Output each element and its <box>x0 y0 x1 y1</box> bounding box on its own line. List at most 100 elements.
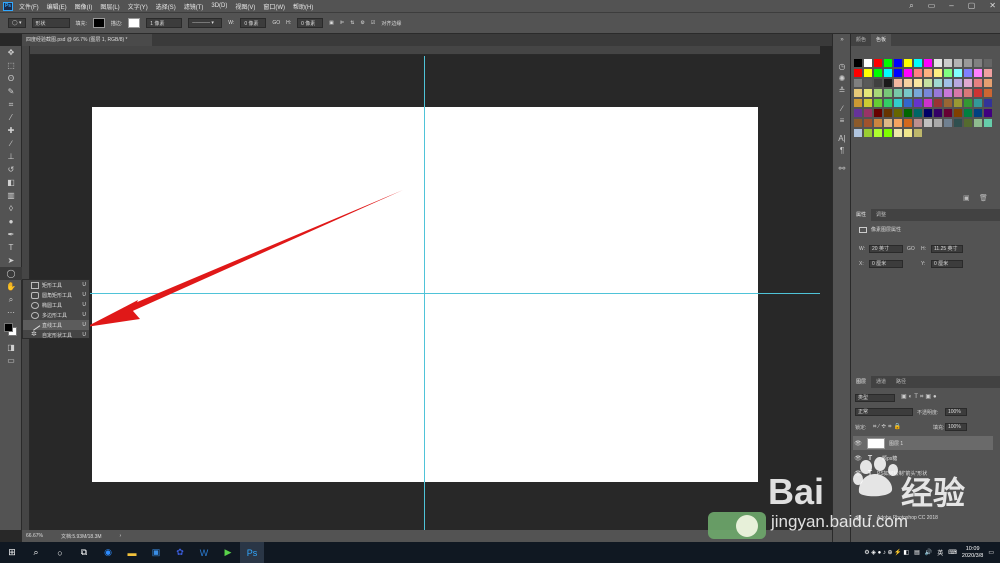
lasso-tool-icon[interactable]: ʘ <box>0 72 22 85</box>
color-swatch[interactable] <box>953 58 963 68</box>
color-swatch[interactable] <box>903 128 913 138</box>
color-swatch[interactable] <box>953 108 963 118</box>
start-icon[interactable]: ⊞ <box>0 542 24 563</box>
pen-tool-icon[interactable]: ✒ <box>0 228 22 241</box>
gradient-tool-icon[interactable]: ▥ <box>0 189 22 202</box>
color-swatch[interactable] <box>963 78 973 88</box>
menu-file[interactable]: 文件(F) <box>19 2 39 11</box>
color-swatch[interactable] <box>883 78 893 88</box>
color-swatch[interactable] <box>863 78 873 88</box>
color-swatch[interactable] <box>973 88 983 98</box>
color-swatch[interactable] <box>873 118 883 128</box>
layer-row[interactable]: 👁 T 一颗ps糖 <box>853 451 993 465</box>
color-swatch[interactable] <box>873 98 883 108</box>
color-swatch[interactable] <box>853 108 863 118</box>
task-view-icon[interactable]: ⧉ <box>72 542 96 563</box>
custom-shape-tool-item[interactable]: ✲ 自定形状工具 U <box>23 330 89 340</box>
color-swatch[interactable] <box>943 68 953 78</box>
layer-row[interactable]: 👁 T PS如何绘制"箭头"形状 <box>853 466 993 480</box>
player-icon[interactable]: ▶ <box>216 542 240 563</box>
clock[interactable]: 10:09 2020/3/8 <box>962 546 983 560</box>
color-swatch[interactable] <box>933 78 943 88</box>
color-swatch[interactable] <box>923 68 933 78</box>
color-swatch[interactable] <box>933 88 943 98</box>
baidu-icon[interactable]: ✿ <box>168 542 192 563</box>
glyphs-icon[interactable]: ⚯ <box>833 162 851 174</box>
tab-adjustments[interactable]: 调整 <box>871 209 891 221</box>
color-swatch[interactable] <box>953 78 963 88</box>
history-brush-tool-icon[interactable]: ↺ <box>0 163 22 176</box>
color-swatch[interactable] <box>863 128 873 138</box>
brush-settings-icon[interactable]: ∕ <box>833 102 851 114</box>
menu-help[interactable]: 帮助(H) <box>293 2 313 11</box>
app-icon[interactable]: ▣ <box>144 542 168 563</box>
zoom-level[interactable]: 66.67% <box>26 533 43 539</box>
color-swatch[interactable] <box>863 68 873 78</box>
prop-height-field[interactable]: 11.25 英寸 <box>931 245 963 253</box>
hand-tool-icon[interactable]: ✋ <box>0 280 22 293</box>
color-swatch[interactable] <box>913 108 923 118</box>
lock-icons[interactable]: ⌗∕✥⌗🔒 <box>873 423 903 431</box>
color-swatch[interactable] <box>863 58 873 68</box>
stroke-type-select[interactable]: ───── ▾ <box>188 18 223 28</box>
canvas-area[interactable] <box>30 56 820 530</box>
layer-row[interactable]: 👁 T Adobe Photoshop CC 2018 <box>853 511 993 525</box>
search-icon[interactable]: ⌕ <box>909 0 913 12</box>
screen-mode-icon[interactable]: ▭ <box>0 354 22 367</box>
color-swatch[interactable] <box>853 58 863 68</box>
stroke-swatch[interactable] <box>128 18 141 28</box>
color-swatch[interactable] <box>933 108 943 118</box>
color-swatch[interactable] <box>953 98 963 108</box>
color-swatch[interactable] <box>863 118 873 128</box>
workspace-icon[interactable]: ▭ <box>928 0 936 12</box>
color-swatch[interactable] <box>973 118 983 128</box>
color-swatch[interactable] <box>943 58 953 68</box>
visibility-eye-icon[interactable]: 👁 <box>853 455 863 462</box>
align-edges-checkbox[interactable]: ☑ <box>371 20 375 26</box>
color-swatch[interactable] <box>963 118 973 128</box>
marquee-tool-icon[interactable]: ⬚ <box>0 59 22 72</box>
prop-link-icon[interactable]: GO <box>907 246 915 252</box>
history-icon[interactable]: ◷ <box>833 60 851 72</box>
new-swatch-icon[interactable]: ▣ <box>963 194 970 202</box>
color-swatch[interactable] <box>923 58 933 68</box>
color-swatch[interactable] <box>853 78 863 88</box>
ellipse-tool-item[interactable]: 椭圆工具 U <box>23 300 89 310</box>
tray-app-icons[interactable]: ⚙ ◈ ● ♪ ⊕ ⚡ ◧ <box>864 549 909 556</box>
color-swatch[interactable] <box>893 108 903 118</box>
fill-swatch[interactable] <box>92 18 105 28</box>
color-swatch[interactable] <box>903 98 913 108</box>
tab-color[interactable]: 颜色 <box>851 34 871 46</box>
color-swatch[interactable] <box>973 68 983 78</box>
tab-layers[interactable]: 图层 <box>851 376 872 388</box>
path-ops-icon[interactable]: ▣ <box>329 20 334 26</box>
color-swatch[interactable] <box>913 78 923 88</box>
color-swatch[interactable] <box>863 88 873 98</box>
color-swatch[interactable] <box>963 98 973 108</box>
line-tool-item[interactable]: 直线工具 U <box>23 319 89 331</box>
stamp-tool-icon[interactable]: ⊥ <box>0 150 22 163</box>
brush-tool-icon[interactable]: ∕ <box>0 137 22 150</box>
opacity-field[interactable]: 100% <box>945 408 967 416</box>
tool-preset-picker[interactable]: ◯ ▾ <box>8 18 26 28</box>
color-swatch[interactable] <box>873 68 883 78</box>
color-swatch[interactable] <box>883 68 893 78</box>
eraser-tool-icon[interactable]: ◧ <box>0 176 22 189</box>
color-swatch[interactable] <box>973 98 983 108</box>
color-swatch[interactable] <box>923 118 933 128</box>
volume-icon[interactable]: 🔊 <box>925 549 932 556</box>
sun-icon[interactable]: ✺ <box>833 72 851 84</box>
paragraph-icon[interactable]: ¶ <box>833 144 851 156</box>
color-swatch[interactable] <box>953 118 963 128</box>
search-icon[interactable]: ⌕ <box>24 542 48 563</box>
color-swatch[interactable] <box>893 68 903 78</box>
network-icon[interactable]: ▤ <box>914 549 920 556</box>
path-align-icon[interactable]: ⊫ <box>340 20 344 26</box>
color-swatch[interactable] <box>853 128 863 138</box>
eyedropper-tool-icon[interactable]: ⁄ <box>0 111 22 124</box>
color-swatch[interactable] <box>873 58 883 68</box>
word-icon[interactable]: W <box>192 542 216 563</box>
quick-select-tool-icon[interactable]: ✎ <box>0 85 22 98</box>
crop-tool-icon[interactable]: ⌗ <box>0 98 22 111</box>
color-swatch[interactable] <box>903 88 913 98</box>
